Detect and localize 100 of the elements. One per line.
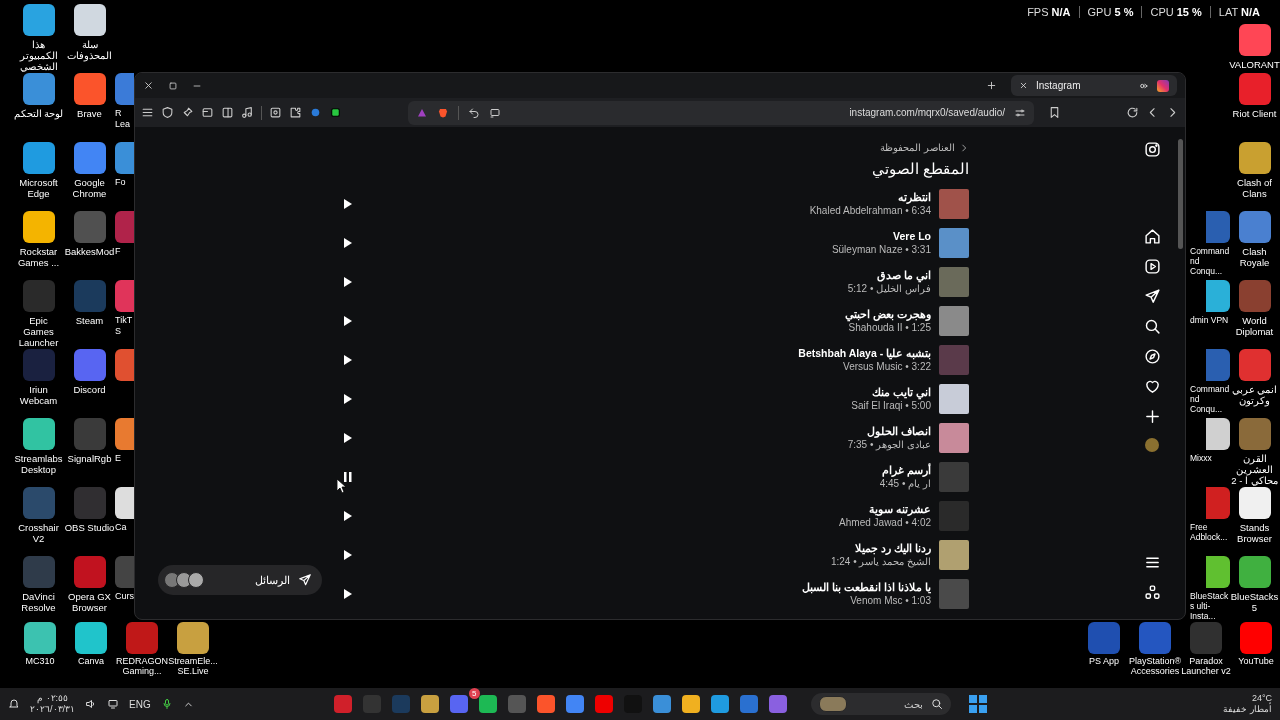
taskbar-app-icon[interactable]	[478, 695, 497, 713]
app-shortcut-icon[interactable]	[22, 418, 55, 450]
shortcut-label: PS App	[1088, 656, 1120, 666]
album-cover-placeholder[interactable]	[939, 422, 969, 453]
weather-condition[interactable]: أمطار خفيفة	[1223, 704, 1272, 715]
taskbar-app-icon[interactable]	[594, 695, 613, 713]
sidebar-icon[interactable]	[221, 106, 234, 119]
taskbar-app-icon[interactable]	[768, 695, 787, 713]
track-title[interactable]: يا ملاذنا اذا انقطعت بنا السبل	[802, 581, 931, 593]
maximize-icon[interactable]	[168, 80, 178, 91]
track-title[interactable]: انصاف الحلول	[867, 425, 931, 437]
bookmark-icon[interactable]	[1048, 106, 1061, 119]
weather-temperature[interactable]: 24°C	[1251, 693, 1272, 704]
album-cover-placeholder[interactable]	[939, 383, 969, 414]
search-field[interactable]: بحث	[852, 697, 925, 711]
send-icon[interactable]	[1143, 288, 1161, 305]
taskbar-app-icon[interactable]	[652, 695, 671, 713]
compass-icon[interactable]	[1143, 348, 1161, 365]
taskbar-app-icon[interactable]	[449, 695, 468, 713]
album-cover-placeholder[interactable]	[939, 305, 969, 336]
album-cover-placeholder[interactable]	[939, 227, 969, 258]
app-shortcut-icon[interactable]	[75, 622, 107, 654]
shortcut-label: Ca	[115, 522, 128, 533]
cast-icon[interactable]	[489, 106, 501, 119]
app-shortcut-icon[interactable]	[22, 211, 55, 243]
taskbar-app-icon[interactable]	[420, 695, 439, 713]
apps-icon[interactable]	[1143, 584, 1161, 601]
track-title[interactable]: ردنا اليك رد جميلا	[855, 542, 931, 554]
reload-icon[interactable]	[1126, 106, 1139, 119]
shortcut-label: Opera GX Browser	[67, 591, 112, 613]
profile-avatar[interactable]	[1145, 438, 1159, 452]
app-shortcut-icon[interactable]	[1238, 142, 1271, 174]
instagram-icon[interactable]	[1143, 141, 1161, 158]
app-shortcut-icon[interactable]	[22, 142, 55, 174]
network-icon[interactable]	[107, 698, 119, 710]
track-title[interactable]: عشرتنه سوية	[869, 503, 931, 515]
taskbar-app-icon[interactable]	[681, 695, 700, 713]
screenshot-icon[interactable]	[269, 106, 282, 119]
shortcut-label: Microsoft Edge	[18, 177, 59, 199]
app-shortcut-icon[interactable]	[1238, 487, 1271, 519]
app-shortcut-icon[interactable]	[177, 622, 209, 654]
search-box[interactable]: بحث	[810, 693, 951, 715]
messages-button[interactable]: الرسائل	[158, 565, 322, 595]
app-shortcut-icon[interactable]	[73, 73, 106, 105]
search-icon[interactable]	[1143, 318, 1161, 335]
shortcut-label: Command nd Conqu...	[1190, 384, 1230, 414]
app-shortcut-icon[interactable]	[22, 73, 55, 105]
track-title[interactable]: Vere Lo	[893, 230, 931, 242]
send-icon	[298, 573, 312, 587]
volume-icon[interactable]	[85, 698, 97, 710]
window-icon[interactable]	[201, 106, 214, 119]
track-title[interactable]: وهجرت بعض احبتي	[845, 308, 931, 320]
app-shortcut-icon[interactable]	[1238, 24, 1271, 56]
shortcut-label: انمي عربي وكرتون	[1230, 384, 1279, 406]
app-shortcut-icon[interactable]	[1238, 556, 1271, 588]
shield-icon[interactable]	[161, 106, 174, 119]
reels-icon[interactable]	[1143, 258, 1161, 275]
breadcrumb-link[interactable]: العناصر المحفوظة	[880, 142, 969, 153]
track-title[interactable]: اني ما صدق	[877, 269, 931, 281]
app-shortcut-icon[interactable]	[115, 487, 134, 519]
browser-tab[interactable]: Instagram	[1011, 75, 1177, 96]
plus-icon[interactable]	[1143, 408, 1161, 425]
extension-icon[interactable]	[329, 106, 342, 119]
instagram-favicon-icon	[1157, 79, 1169, 92]
home-icon[interactable]	[1143, 228, 1161, 245]
notification-icon[interactable]	[8, 698, 20, 710]
taskbar-app-icon[interactable]	[536, 695, 555, 713]
extension-icon[interactable]	[309, 106, 322, 119]
new-tab-icon[interactable]	[986, 80, 997, 91]
track-title[interactable]: انتظرته	[898, 191, 931, 203]
music-icon[interactable]	[241, 106, 254, 119]
shortcut-label: SignalRgb	[66, 453, 113, 464]
track-artist-duration: فراس الخليل • 5:12	[847, 283, 931, 294]
app-shortcut-icon[interactable]	[73, 4, 106, 36]
track-title[interactable]: Betshbah Alaya - بتشبه عليا	[798, 347, 931, 359]
track-title[interactable]: أرسم غرام	[882, 464, 931, 476]
clock[interactable]: ٠٢:٥٥ م ٢٠٢٦/٠٣/٣١	[30, 693, 75, 715]
undo-icon[interactable]	[468, 106, 480, 119]
menu-icon[interactable]	[141, 106, 154, 119]
taskbar-app-icon[interactable]	[565, 695, 584, 713]
notification-badge: 5	[468, 688, 480, 699]
heart-icon[interactable]	[1143, 378, 1161, 395]
track-artist-duration: Shahouda II • 1:25	[848, 322, 931, 333]
shortcut-label: Canva	[77, 656, 105, 666]
close-icon[interactable]	[1019, 81, 1028, 90]
app-shortcut-icon[interactable]	[24, 622, 56, 654]
close-icon[interactable]	[143, 80, 154, 91]
app-shortcut-icon[interactable]	[22, 4, 55, 36]
track-artist-duration: Süleyman Naze • 3:31	[831, 244, 931, 255]
taskbar-app-icon[interactable]	[710, 695, 729, 713]
microphone-icon[interactable]	[160, 698, 173, 710]
album-cover-placeholder[interactable]	[939, 539, 969, 570]
url-text[interactable]: instagram.com/mqrx0/saved/audio/	[510, 107, 1005, 118]
play-icon	[344, 237, 352, 248]
address-bar[interactable]: instagram.com/mqrx0/saved/audio/	[408, 100, 1034, 125]
track-title[interactable]: اني تايب منك	[872, 386, 931, 398]
start-button[interactable]	[968, 695, 987, 713]
puzzle-icon[interactable]	[289, 106, 302, 119]
scrollbar-thumb[interactable]	[1178, 139, 1183, 249]
language-indicator[interactable]: ENG	[129, 698, 151, 710]
